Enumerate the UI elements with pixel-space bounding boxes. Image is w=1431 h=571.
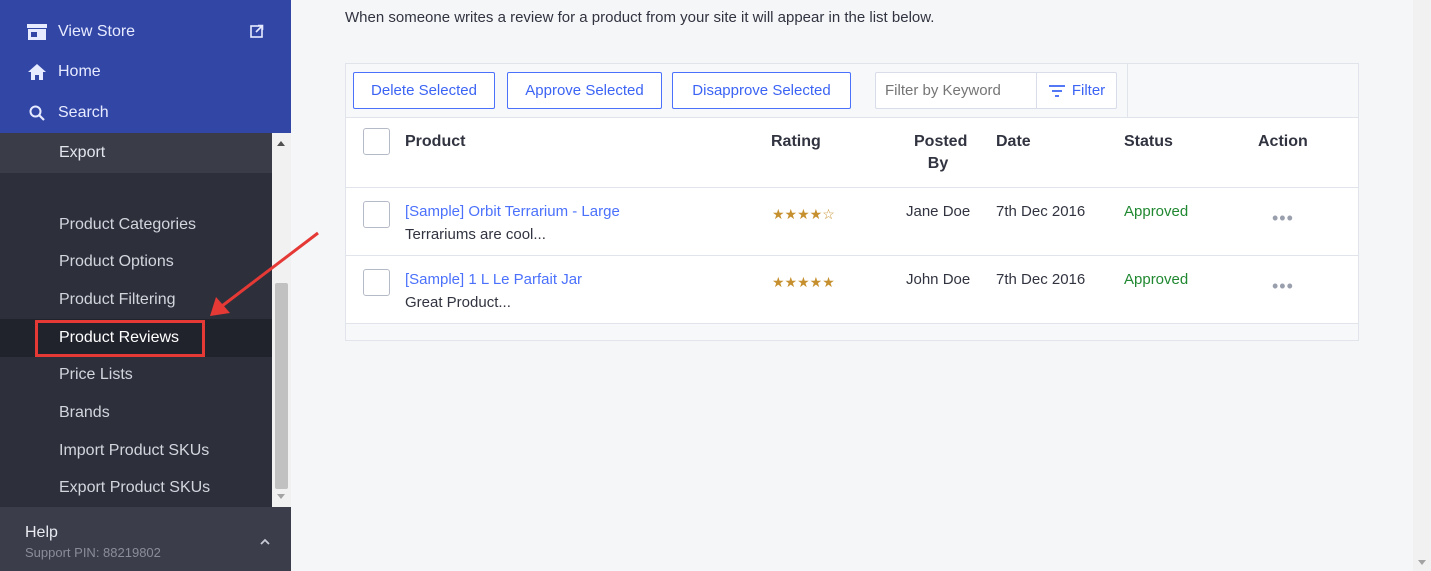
- header-rating[interactable]: Rating: [771, 131, 821, 153]
- reviews-toolbar: Delete Selected Approve Selected Disappr…: [346, 64, 1358, 118]
- sidebar-top-section: View Store Home Search: [0, 0, 291, 133]
- view-store-link[interactable]: View Store: [26, 17, 135, 47]
- table-footer: [346, 324, 1358, 340]
- header-product[interactable]: Product: [405, 131, 465, 153]
- sidebar-scrollbar[interactable]: [272, 133, 291, 507]
- sidebar-item-label: Import Product SKUs: [59, 442, 210, 459]
- approve-selected-button[interactable]: Approve Selected: [507, 72, 662, 109]
- header-action: Action: [1258, 133, 1308, 150]
- review-excerpt: Terrariums are cool...: [405, 226, 546, 243]
- page-scrollbar[interactable]: [1413, 0, 1431, 571]
- sidebar-item-label: Export Product SKUs: [59, 479, 211, 496]
- annotation-highlight-box: [35, 320, 205, 357]
- status-badge: Approved: [1124, 271, 1189, 288]
- sidebar-scroll-thumb[interactable]: [275, 283, 288, 489]
- posted-by: Jane Doe: [906, 203, 971, 220]
- filter-button[interactable]: Filter: [1037, 73, 1116, 108]
- disapprove-selected-button[interactable]: Disapprove Selected: [672, 72, 851, 109]
- sidebar-item-brands[interactable]: Brands: [0, 394, 272, 432]
- view-store-label: View Store: [58, 23, 136, 40]
- row-checkbox[interactable]: [363, 269, 390, 296]
- filter-button-label: Filter: [1071, 82, 1106, 99]
- sidebar-item-export[interactable]: Export: [0, 133, 272, 173]
- sidebar: View Store Home Search Export Product Ca…: [0, 0, 291, 571]
- filter-group: Filter: [875, 72, 1117, 109]
- table-row: [Sample] 1 L Le Parfait Jar Great Produc…: [346, 256, 1358, 324]
- search-label: Search: [58, 104, 109, 121]
- sidebar-item-label: Product Categories: [59, 216, 196, 233]
- header-posted-by-line1: Posted: [914, 133, 968, 150]
- table-row: [Sample] Orbit Terrarium - Large Terrari…: [346, 188, 1358, 256]
- more-actions-icon[interactable]: •••: [1272, 208, 1294, 229]
- chevron-up-icon[interactable]: [258, 535, 272, 549]
- sidebar-item-export-product-skus[interactable]: Export Product SKUs: [0, 469, 272, 507]
- sidebar-item-label: Product Filtering: [59, 291, 176, 308]
- review-date: 7th Dec 2016: [996, 203, 1086, 220]
- sidebar-item-label: Product Options: [59, 253, 174, 270]
- sidebar-item-product-categories[interactable]: Product Categories: [0, 206, 272, 244]
- home-icon: [26, 62, 48, 82]
- home-link[interactable]: Home: [26, 57, 101, 87]
- store-icon: [26, 22, 48, 42]
- external-link-icon[interactable]: [250, 24, 264, 38]
- page-scroll-down-icon[interactable]: [1418, 560, 1426, 565]
- help-title: Help: [25, 524, 58, 541]
- header-status[interactable]: Status: [1124, 131, 1173, 153]
- posted-by: John Doe: [906, 271, 971, 288]
- help-section[interactable]: Help Support PIN: 88219802: [0, 507, 291, 571]
- scroll-down-arrow-icon[interactable]: [277, 494, 285, 499]
- star-rating-icon: ★★★★★: [772, 274, 835, 290]
- support-pin: Support PIN: 88219802: [25, 545, 161, 560]
- sidebar-item-product-filtering[interactable]: Product Filtering: [0, 281, 272, 319]
- page-description: When someone writes a review for a produ…: [345, 9, 935, 26]
- status-badge: Approved: [1124, 203, 1189, 220]
- row-checkbox[interactable]: [363, 201, 390, 228]
- sidebar-item-product-options[interactable]: Product Options: [0, 243, 272, 281]
- sidebar-item-label: Price Lists: [59, 366, 133, 383]
- search-link[interactable]: Search: [26, 98, 109, 128]
- search-icon: [26, 103, 48, 123]
- reviews-panel: Delete Selected Approve Selected Disappr…: [345, 63, 1359, 341]
- toolbar-divider: [1127, 64, 1128, 118]
- scroll-up-arrow-icon[interactable]: [277, 141, 285, 146]
- review-excerpt: Great Product...: [405, 294, 511, 311]
- sidebar-item-price-lists[interactable]: Price Lists: [0, 356, 272, 394]
- select-all-checkbox[interactable]: [363, 128, 390, 155]
- sidebar-item-import-product-skus[interactable]: Import Product SKUs: [0, 432, 272, 470]
- delete-selected-button[interactable]: Delete Selected: [353, 72, 495, 109]
- main-content: When someone writes a review for a produ…: [291, 0, 1413, 571]
- header-posted-by[interactable]: Posted By: [914, 131, 968, 175]
- product-link[interactable]: [Sample] Orbit Terrarium - Large: [405, 203, 620, 220]
- sidebar-item-label: Export: [59, 144, 106, 161]
- filter-icon: [1048, 84, 1065, 97]
- more-actions-icon[interactable]: •••: [1272, 276, 1294, 297]
- sidebar-item-label: Brands: [59, 404, 110, 421]
- header-posted-by-line2: By: [927, 155, 949, 172]
- filter-keyword-input[interactable]: [876, 73, 1037, 108]
- star-rating-icon: ★★★★☆: [772, 206, 835, 222]
- product-link[interactable]: [Sample] 1 L Le Parfait Jar: [405, 271, 582, 288]
- review-date: 7th Dec 2016: [996, 271, 1086, 288]
- table-header: Product Rating Posted By Date Status Act…: [346, 118, 1358, 188]
- home-label: Home: [58, 63, 101, 80]
- header-date[interactable]: Date: [996, 131, 1031, 153]
